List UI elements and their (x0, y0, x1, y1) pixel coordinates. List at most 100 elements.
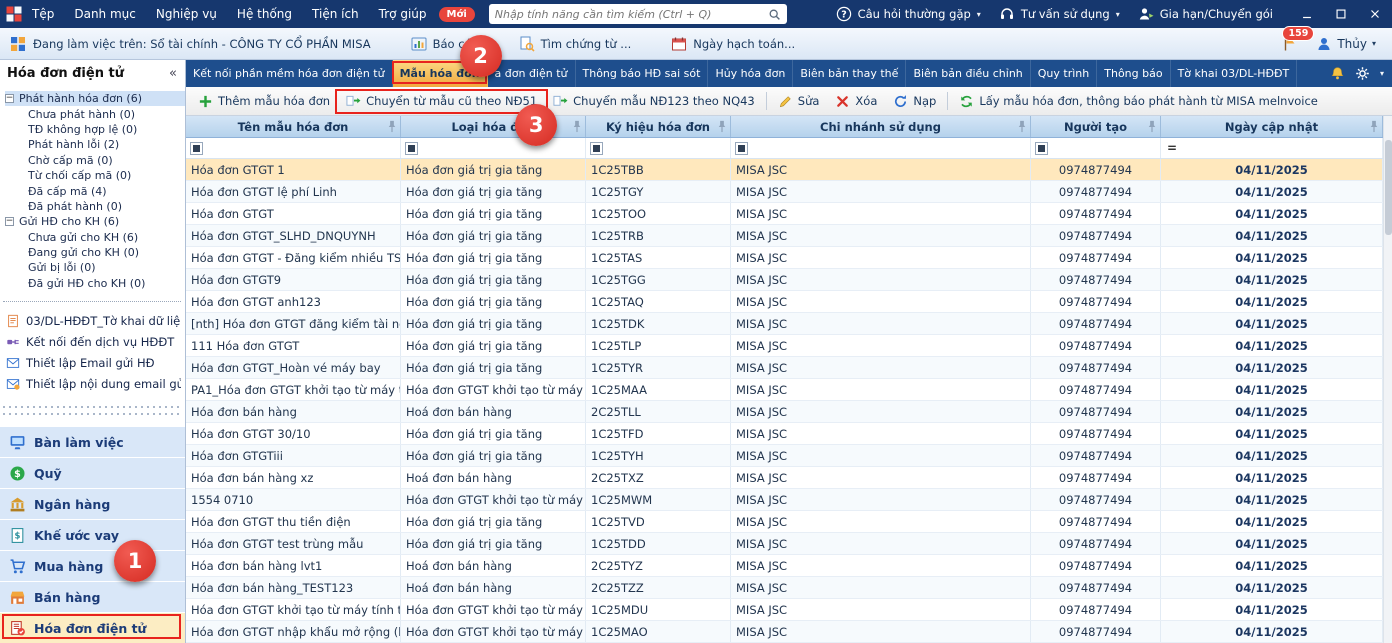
nav-item-khe-uoc-vay[interactable]: $Khế ước vay (0, 519, 185, 550)
workspace-grid-icon[interactable] (10, 36, 26, 52)
column-header-nguoi-tao[interactable]: Người tạo (1031, 116, 1161, 137)
menubar-link-cau-hoi-thuong-gap[interactable]: ?Câu hỏi thường gặp▾ (827, 6, 990, 22)
table-row[interactable]: Hóa đơn GTGT nhập khẩu mở rộng (khởi tHó… (186, 621, 1383, 643)
column-header-loai-hoa-don[interactable]: Loại hóa đơn (401, 116, 586, 137)
pin-icon[interactable] (572, 120, 582, 133)
menu-item-danh-muc[interactable]: Danh mục (64, 0, 146, 28)
filter-button-icon[interactable] (590, 142, 603, 155)
filter-button-icon[interactable] (190, 142, 203, 155)
pin-icon[interactable] (717, 120, 727, 133)
table-row[interactable]: 111 Hóa đơn GTGTHóa đơn giá trị gia tăng… (186, 335, 1383, 357)
nav-item-ban-lam-viec[interactable]: Bàn làm việc (0, 426, 185, 457)
table-row[interactable]: [nth] Hóa đơn GTGT đăng kiểm tài nguyêHó… (186, 313, 1383, 335)
scrollbar-thumb[interactable] (1385, 140, 1392, 235)
column-header-ky-hieu-hoa-don[interactable]: Ký hiệu hóa đơn (586, 116, 731, 137)
table-row[interactable]: PA1_Hóa đơn GTGT khởi tạo từ máy tínhHóa… (186, 379, 1383, 401)
pin-icon[interactable] (1147, 120, 1157, 133)
tree-item-gui-hd-cho-kh-6[interactable]: −Gửi HĐ cho KH (6) (5, 214, 185, 229)
them-mau-hoa-don-button[interactable]: Thêm mẫu hóa đơn (190, 91, 338, 112)
chuyen-tu-mau-cu-theo-nd51-button[interactable]: Chuyển từ mẫu cũ theo NĐ51 (338, 91, 545, 112)
feature-search[interactable] (489, 4, 787, 24)
menu-item-he-thong[interactable]: Hệ thống (227, 0, 302, 28)
tab-thong-bao[interactable]: Thông báo (1097, 60, 1170, 87)
tree-item-phat-hanh-loi-2[interactable]: Phát hành lỗi (2) (5, 137, 185, 152)
table-row[interactable]: 1554 0710Hóa đơn GTGT khởi tạo từ máy tí… (186, 489, 1383, 511)
table-row[interactable]: Hóa đơn GTGT9Hóa đơn giá trị gia tăng1C2… (186, 269, 1383, 291)
table-row[interactable]: Hóa đơn GTGT thu tiền điệnHóa đơn giá tr… (186, 511, 1383, 533)
lay-mau-hoa-don-thong-bao-phat-hanh-tu-misa-melnvoice-button[interactable]: Lấy mẫu hóa đơn, thông báo phát hành từ … (951, 91, 1326, 112)
tab-bien-ban-dieu-chinh[interactable]: Biên bản điều chỉnh (906, 60, 1030, 87)
ngay-hach-toan-button[interactable]: Ngày hạch toán... (671, 36, 795, 52)
pin-icon[interactable] (1369, 120, 1379, 133)
pin-icon[interactable] (1017, 120, 1027, 133)
nav-item-mua-hang[interactable]: Mua hàng (0, 550, 185, 581)
tree-item-chua-gui-cho-kh-6[interactable]: Chưa gửi cho KH (6) (5, 230, 185, 245)
sidebar-link-thiet-lap-noi-dung-email-gui-h[interactable]: Thiết lập nội dung email gửi h (3, 373, 181, 394)
tree-item-cho-cap-ma-0[interactable]: Chờ cấp mã (0) (5, 153, 185, 168)
filter-button-icon[interactable] (1035, 142, 1048, 155)
gear-icon[interactable] (1355, 66, 1370, 81)
close-button[interactable] (1358, 0, 1392, 28)
table-row[interactable]: Hóa đơn GTGT khởi tạo từ máy tính tiền D… (186, 599, 1383, 621)
column-header-chi-nhanh-su-dung[interactable]: Chi nhánh sử dụng (731, 116, 1031, 137)
menu-item-nghiep-vu[interactable]: Nghiệp vụ (146, 0, 227, 28)
table-row[interactable]: Hóa đơn GTGT - Đăng kiểm nhiều TSHóa đơn… (186, 247, 1383, 269)
search-input[interactable] (495, 8, 768, 21)
filter-cell-loai-hoa-don[interactable] (401, 138, 586, 158)
tree-item-gui-bi-loi-0[interactable]: Gửi bị lỗi (0) (5, 260, 185, 275)
tab-to-khai-03-dl-hddt[interactable]: Tờ khai 03/DL-HĐĐT (1171, 60, 1298, 87)
table-row[interactable]: Hóa đơn GTGTHóa đơn giá trị gia tăng1C25… (186, 203, 1383, 225)
table-row[interactable]: Hóa đơn bán hàngHoá đơn bán hàng2C25TLLM… (186, 401, 1383, 423)
chevron-down-icon[interactable]: ▾ (1380, 69, 1384, 78)
filter-cell-ten-mau-hoa-don[interactable] (186, 138, 401, 158)
tree-item-td-khong-hop-le-0[interactable]: TĐ không hợp lệ (0) (5, 122, 185, 137)
tab-quy-trinh[interactable]: Quy trình (1031, 60, 1097, 87)
column-header-ten-mau-hoa-don[interactable]: Tên mẫu hóa đơn (186, 116, 401, 137)
maximize-button[interactable] (1324, 0, 1358, 28)
tree-item-da-phat-hanh-0[interactable]: Đã phát hành (0) (5, 199, 185, 214)
table-row[interactable]: Hóa đơn bán hàng xzHoá đơn bán hàng2C25T… (186, 467, 1383, 489)
table-row[interactable]: Hóa đơn GTGT lệ phí LinhHóa đơn giá trị … (186, 181, 1383, 203)
sidebar-link-03-dl-hddt-to-khai-du-lieu[interactable]: 03/DL-HĐĐT_Tờ khai dữ liệu (3, 310, 181, 331)
table-row[interactable]: Hóa đơn GTGT 30/10Hóa đơn giá trị gia tă… (186, 423, 1383, 445)
filter-button-icon[interactable] (405, 142, 418, 155)
column-header-ngay-cap-nhat[interactable]: Ngày cập nhật (1161, 116, 1383, 137)
xoa-button[interactable]: Xóa (827, 91, 885, 112)
table-row[interactable]: Hóa đơn GTGT anh123Hóa đơn giá trị gia t… (186, 291, 1383, 313)
pin-icon[interactable] (387, 120, 397, 133)
table-row[interactable]: Hóa đơn bán hàng_TEST123Hoá đơn bán hàng… (186, 577, 1383, 599)
filter-button-icon[interactable] (735, 142, 748, 155)
table-row[interactable]: Hóa đơn GTGT test trùng mẫuHóa đơn giá t… (186, 533, 1383, 555)
sidebar-collapse-button[interactable]: « (169, 66, 177, 81)
tab-huy-hoa-don[interactable]: Hủy hóa đơn (708, 60, 793, 87)
tree-item-phat-hanh-hoa-don-6[interactable]: −Phát hành hóa đơn (6) (5, 91, 185, 106)
tab-a-don-dien-tu[interactable]: a đơn điện tử (488, 60, 576, 87)
menu-item-tep[interactable]: Tệp (22, 0, 64, 28)
vertical-scrollbar[interactable] (1383, 116, 1392, 643)
tree-item-da-gui-hd-cho-kh-0[interactable]: Đã gửi HĐ cho KH (0) (5, 276, 185, 291)
tim-chung-tu-button[interactable]: Tìm chứng từ ... (519, 36, 632, 52)
chuyen-mau-nd123-theo-nq43-button[interactable]: Chuyển mẫu NĐ123 theo NQ43 (545, 91, 763, 112)
tree-item-dang-gui-cho-kh-0[interactable]: Đang gửi cho KH (0) (5, 245, 185, 260)
nav-item-ban-hang[interactable]: Bán hàng (0, 581, 185, 612)
search-icon[interactable] (768, 8, 781, 21)
app-logo-icon[interactable] (6, 6, 22, 22)
menubar-link-tu-van-su-dung[interactable]: Tư vấn sử dụng▾ (990, 6, 1129, 22)
sua-button[interactable]: Sửa (770, 91, 828, 112)
menu-item-tro-giup[interactable]: Trợ giúp (369, 0, 437, 28)
table-row[interactable]: Hóa đơn bán hàng lvt1Hoá đơn bán hàng2C2… (186, 555, 1383, 577)
sidebar-link-ket-noi-den-dich-vu-hddt[interactable]: Kết nối đến dịch vụ HĐĐT (3, 331, 181, 352)
nap-button[interactable]: Nạp (885, 91, 944, 112)
bell-icon[interactable] (1330, 66, 1345, 81)
tree-collapse-icon[interactable]: − (5, 217, 14, 226)
table-row[interactable]: Hóa đơn GTGT_Hoàn vé máy bayHóa đơn giá … (186, 357, 1383, 379)
tab-thong-bao-hd-sai-sot[interactable]: Thông báo HĐ sai sót (576, 60, 709, 87)
nav-item-quy[interactable]: $Quỹ (0, 457, 185, 488)
filter-cell-ky-hieu-hoa-don[interactable] (586, 138, 731, 158)
tab-ket-noi-phan-mem-hoa-don-dien-tu[interactable]: Kết nối phần mềm hóa đơn điện tử (186, 60, 393, 87)
filter-cell-ngay-cap-nhat[interactable]: = (1161, 138, 1383, 158)
filter-cell-nguoi-tao[interactable] (1031, 138, 1161, 158)
nav-item-hoa-don-dien-tu[interactable]: Hóa đơn điện tử (0, 612, 185, 643)
sidebar-splitter[interactable] (3, 402, 182, 420)
filter-cell-chi-nhanh-su-dung[interactable] (731, 138, 1031, 158)
